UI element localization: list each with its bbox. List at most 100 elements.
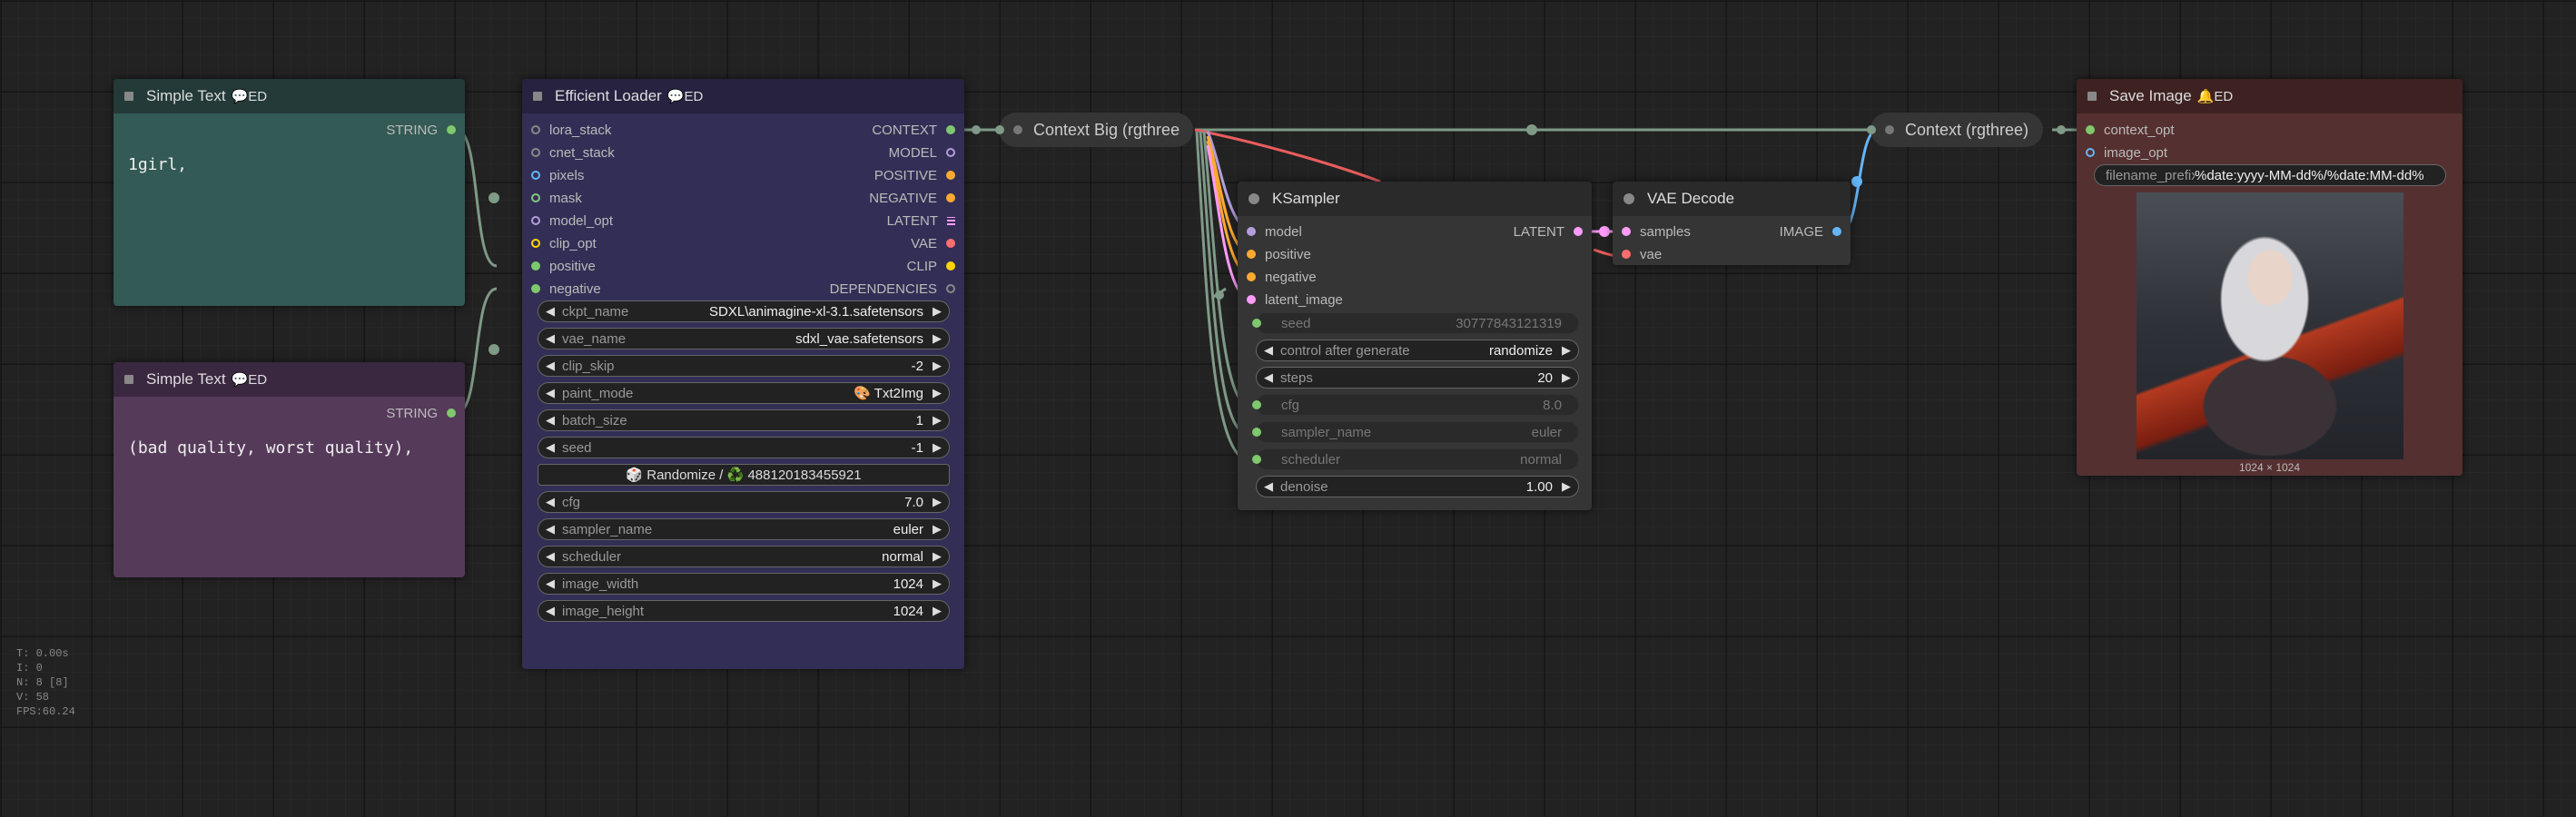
- collapse-icon[interactable]: [124, 375, 133, 384]
- socket-icon[interactable]: [531, 193, 540, 202]
- widget-image-width[interactable]: ◀ image_width 1024 ▶: [538, 573, 950, 595]
- input-vae[interactable]: vae: [1622, 245, 1662, 263]
- arrow-left-icon[interactable]: ◀: [1264, 370, 1273, 385]
- simple-text-node-2[interactable]: Simple Text 💬ED STRING (bad quality, wor…: [114, 362, 465, 577]
- widget-scheduler[interactable]: scheduler normal: [1252, 448, 1579, 470]
- output-string[interactable]: STRING: [386, 404, 456, 422]
- arrow-right-icon[interactable]: ▶: [933, 413, 942, 428]
- text-area[interactable]: 1girl,: [128, 155, 187, 174]
- socket-icon[interactable]: [1247, 295, 1256, 304]
- socket-icon[interactable]: [1252, 400, 1261, 409]
- arrow-left-icon[interactable]: ◀: [546, 304, 555, 319]
- socket-icon[interactable]: [531, 284, 540, 293]
- arrow-right-icon[interactable]: ▶: [933, 495, 942, 509]
- collapse-dot-icon[interactable]: [1013, 125, 1022, 134]
- widget-clip-skip[interactable]: ◀ clip_skip -2 ▶: [538, 355, 950, 377]
- output-model[interactable]: MODEL: [889, 143, 955, 162]
- node-header[interactable]: Simple Text 💬ED: [114, 362, 465, 397]
- socket-icon[interactable]: [946, 171, 955, 180]
- socket-icon[interactable]: [1252, 319, 1261, 328]
- widget-vae-name[interactable]: ◀ vae_name sdxl_vae.safetensors ▶: [538, 328, 950, 349]
- widget-seed[interactable]: ◀ seed -1 ▶: [538, 437, 950, 458]
- output-context[interactable]: CONTEXT: [872, 121, 955, 139]
- arrow-right-icon[interactable]: ▶: [1562, 370, 1571, 385]
- arrow-left-icon[interactable]: ◀: [1264, 479, 1273, 494]
- widget-filename-prefix[interactable]: filename_prefix %date:yyyy-MM-dd%/%date:…: [2094, 164, 2446, 186]
- collapse-dot-icon[interactable]: [1885, 125, 1894, 134]
- efficient-loader-node[interactable]: Efficient Loader 💬ED lora_stack cnet_sta…: [522, 79, 964, 669]
- arrow-right-icon[interactable]: ▶: [933, 604, 942, 618]
- collapse-icon[interactable]: [533, 92, 542, 101]
- arrow-right-icon[interactable]: ▶: [933, 549, 942, 564]
- output-negative[interactable]: NEGATIVE: [869, 189, 955, 207]
- socket-icon[interactable]: [1247, 250, 1256, 259]
- arrow-left-icon[interactable]: ◀: [546, 549, 555, 564]
- input-positive[interactable]: positive: [1247, 245, 1311, 263]
- output-image-preview[interactable]: [2137, 192, 2403, 459]
- input-mask[interactable]: mask: [531, 189, 582, 207]
- input-negative[interactable]: negative: [1247, 268, 1317, 286]
- input-lora-stack[interactable]: lora_stack: [531, 121, 611, 139]
- socket-icon[interactable]: [447, 408, 456, 418]
- widget-denoise[interactable]: ◀ denoise 1.00 ▶: [1256, 476, 1579, 497]
- save-image-node[interactable]: Save Image 🔔ED context_opt image_opt fil…: [2077, 79, 2462, 476]
- node-header[interactable]: KSampler: [1238, 182, 1592, 216]
- widget-seed[interactable]: seed 30777843121319: [1252, 312, 1579, 334]
- output-dependencies[interactable]: DEPENDENCIES: [830, 280, 955, 298]
- arrow-left-icon[interactable]: ◀: [546, 331, 555, 346]
- socket-icon[interactable]: [1622, 227, 1631, 236]
- output-clip[interactable]: CLIP: [907, 257, 955, 275]
- socket-icon[interactable]: [531, 216, 540, 225]
- socket-icon[interactable]: [531, 148, 540, 157]
- input-context-opt[interactable]: context_opt: [2086, 121, 2175, 139]
- output-image[interactable]: IMAGE: [1780, 222, 1841, 241]
- arrow-left-icon[interactable]: ◀: [546, 359, 555, 373]
- socket-icon[interactable]: [1252, 428, 1261, 437]
- input-positive[interactable]: positive: [531, 257, 596, 275]
- arrow-left-icon[interactable]: ◀: [546, 413, 555, 428]
- randomize-button[interactable]: 🎲 Randomize / ♻️ 488120183455921: [538, 464, 950, 486]
- context-big-node[interactable]: Context Big (rgthree: [995, 113, 1193, 147]
- socket-icon[interactable]: [1247, 227, 1256, 236]
- socket-icon[interactable]: [531, 125, 540, 134]
- arrow-left-icon[interactable]: ◀: [546, 576, 555, 591]
- grid-socket-icon[interactable]: [947, 216, 955, 225]
- output-positive[interactable]: POSITIVE: [874, 166, 955, 184]
- output-string[interactable]: STRING: [386, 121, 456, 139]
- output-vae[interactable]: VAE: [911, 234, 955, 252]
- collapse-icon[interactable]: [2087, 92, 2097, 101]
- widget-sampler-name[interactable]: sampler_name euler: [1252, 421, 1579, 443]
- widget-sampler-name[interactable]: ◀ sampler_name euler ▶: [538, 518, 950, 540]
- input-model-opt[interactable]: model_opt: [531, 212, 613, 230]
- input-samples[interactable]: samples: [1622, 222, 1691, 241]
- socket-icon[interactable]: [946, 284, 955, 293]
- collapse-icon[interactable]: [124, 92, 133, 101]
- arrow-left-icon[interactable]: ◀: [546, 386, 555, 400]
- socket-icon[interactable]: [946, 125, 955, 134]
- input-negative[interactable]: negative: [531, 280, 601, 298]
- widget-image-height[interactable]: ◀ image_height 1024 ▶: [538, 600, 950, 622]
- input-cnet-stack[interactable]: cnet_stack: [531, 143, 615, 162]
- socket-icon[interactable]: [1252, 455, 1261, 464]
- input-model[interactable]: model: [1247, 222, 1302, 241]
- output-latent[interactable]: LATENT: [1514, 222, 1583, 241]
- arrow-left-icon[interactable]: ◀: [546, 495, 555, 509]
- widget-ckpt-name[interactable]: ◀ ckpt_name SDXL\animagine-xl-3.1.safetens…: [538, 300, 950, 322]
- collapse-dot-icon[interactable]: [1624, 193, 1634, 204]
- input-image-opt[interactable]: image_opt: [2086, 143, 2167, 162]
- widget-control-after-generate[interactable]: ◀ control after generate randomize ▶: [1256, 340, 1579, 361]
- node-header[interactable]: Simple Text 💬ED: [114, 79, 465, 113]
- collapse-dot-icon[interactable]: [1249, 193, 1259, 204]
- socket-icon[interactable]: [531, 171, 540, 180]
- input-socket-icon[interactable]: [1867, 125, 1876, 134]
- input-latent-image[interactable]: latent_image: [1247, 290, 1343, 309]
- socket-icon[interactable]: [2086, 148, 2095, 157]
- socket-icon[interactable]: [1832, 227, 1841, 236]
- widget-cfg[interactable]: ◀ cfg 7.0 ▶: [538, 491, 950, 513]
- input-clip-opt[interactable]: clip_opt: [531, 234, 597, 252]
- socket-icon[interactable]: [946, 148, 955, 157]
- arrow-left-icon[interactable]: ◀: [546, 522, 555, 536]
- arrow-left-icon[interactable]: ◀: [546, 604, 555, 618]
- widget-cfg[interactable]: cfg 8.0: [1252, 394, 1579, 416]
- widget-scheduler[interactable]: ◀ scheduler normal ▶: [538, 546, 950, 567]
